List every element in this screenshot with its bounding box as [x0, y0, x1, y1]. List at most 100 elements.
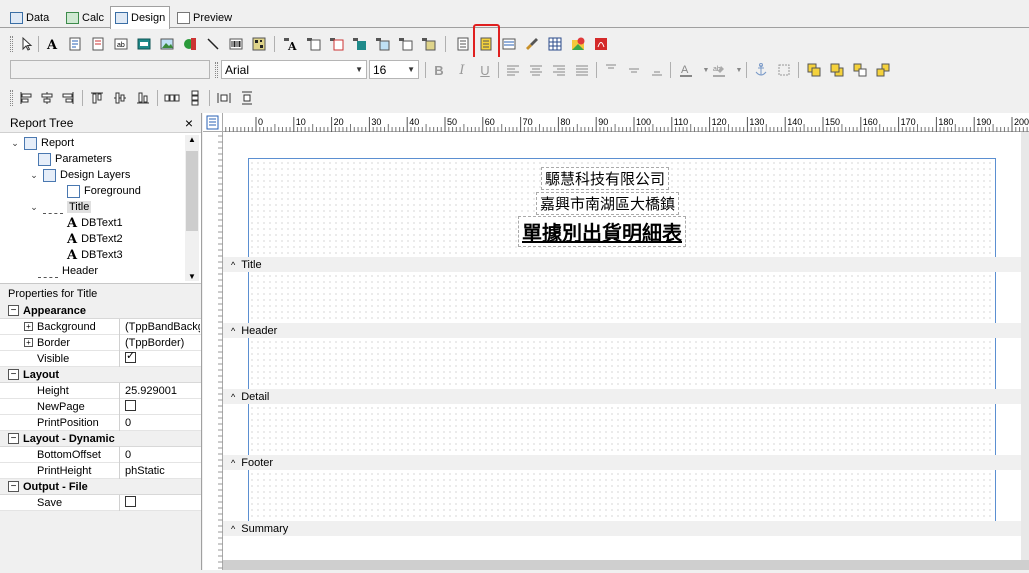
italic-icon[interactable]: I	[453, 61, 471, 79]
tree-node-title[interactable]: ⌄ Title	[29, 199, 92, 215]
pdf-tool-icon[interactable]	[592, 35, 610, 53]
tree-node-dbtext2[interactable]: A DBText2	[67, 231, 123, 247]
band-title[interactable]: ^ Title	[223, 257, 1021, 272]
property-value[interactable]	[120, 399, 200, 414]
bold-icon[interactable]: B	[430, 61, 448, 79]
border-icon[interactable]	[775, 61, 793, 79]
align-lefts-icon[interactable]	[17, 89, 35, 107]
label-tool-icon[interactable]: A	[43, 35, 61, 53]
company-name-text[interactable]: 騵慧科技有限公司	[541, 167, 670, 190]
property-row[interactable]: BottomOffset 0	[0, 446, 201, 463]
tree-node-header[interactable]: Header	[38, 263, 98, 279]
property-value[interactable]: phStatic	[120, 465, 200, 477]
band-detail[interactable]: ^ Detail	[223, 389, 1021, 404]
property-value[interactable]: 25.929001	[120, 385, 200, 397]
property-category[interactable]: − Appearance	[0, 303, 201, 319]
align-center-icon[interactable]	[527, 61, 545, 79]
collapse-icon[interactable]: −	[8, 433, 19, 444]
property-row[interactable]: PrintPosition 0	[0, 414, 201, 431]
align-centers-icon[interactable]	[38, 89, 56, 107]
close-icon[interactable]: ×	[185, 115, 193, 131]
component-combo[interactable]	[10, 60, 210, 79]
region-tool-icon[interactable]	[454, 35, 472, 53]
chevron-down-icon[interactable]: ⌄	[10, 138, 20, 149]
property-row[interactable]: Visible	[0, 350, 201, 367]
align-bottoms-icon[interactable]	[134, 89, 152, 107]
align-middles-icon[interactable]	[111, 89, 129, 107]
tree-node-foreground[interactable]: Foreground	[67, 183, 141, 199]
tab-preview[interactable]: Preview	[173, 7, 236, 28]
2dbarcode-tool-icon[interactable]	[250, 35, 268, 53]
toolbar-grip[interactable]	[10, 36, 13, 52]
valign-top-icon[interactable]	[602, 61, 620, 79]
property-row[interactable]: + Border (TppBorder)	[0, 334, 201, 351]
tree-node-design-layers[interactable]: ⌄ Design Layers	[29, 167, 130, 183]
detail-band-area[interactable]	[249, 339, 995, 389]
property-value[interactable]: 0	[120, 417, 200, 429]
property-checkbox[interactable]	[125, 351, 136, 363]
valign-bottom-icon[interactable]	[648, 61, 666, 79]
tab-design[interactable]: Design	[110, 6, 171, 29]
property-row[interactable]: Save	[0, 494, 201, 511]
underline-icon[interactable]: U	[476, 61, 494, 79]
center-vertically-icon[interactable]	[238, 89, 256, 107]
image-tool-icon[interactable]	[158, 35, 176, 53]
caret-up-icon[interactable]: ^	[231, 392, 235, 402]
space-vertically-icon[interactable]	[186, 89, 204, 107]
systemvariable-tool-icon[interactable]: ab	[112, 35, 130, 53]
align-tops-icon[interactable]	[88, 89, 106, 107]
valign-middle-icon[interactable]	[625, 61, 643, 79]
send-to-back-icon[interactable]	[828, 61, 846, 79]
table-tool-icon[interactable]	[546, 35, 564, 53]
scroll-down-icon[interactable]: ▼	[185, 272, 199, 281]
dbimage-tool-icon[interactable]	[374, 35, 392, 53]
font-size-select[interactable]: 16 ▼	[369, 60, 419, 79]
property-row[interactable]: Height 25.929001	[0, 382, 201, 399]
band-summary[interactable]: ^ Summary	[223, 521, 1021, 536]
property-checkbox[interactable]	[125, 495, 136, 507]
tab-calc[interactable]: Calc	[62, 7, 108, 28]
align-rights-icon[interactable]	[59, 89, 77, 107]
dbcheckbox-tool-icon[interactable]	[397, 35, 415, 53]
expand-icon[interactable]: +	[24, 337, 33, 347]
caret-up-icon[interactable]: ^	[231, 524, 235, 534]
caret-up-icon[interactable]: ^	[231, 458, 235, 468]
property-value[interactable]: (TppBorder)	[120, 337, 200, 349]
scroll-up-icon[interactable]: ▲	[185, 135, 199, 144]
collapse-icon[interactable]: −	[8, 305, 19, 316]
property-value[interactable]	[120, 351, 200, 366]
tree-node-parameters[interactable]: Parameters	[38, 151, 112, 167]
select-arrow-icon[interactable]	[18, 35, 36, 53]
tree-scrollbar[interactable]: ▲ ▼	[185, 135, 199, 281]
property-value[interactable]: (TppBandBackground)	[120, 321, 200, 333]
anchor-icon[interactable]	[752, 61, 770, 79]
bring-to-front-icon[interactable]	[805, 61, 823, 79]
crosstab-tool-icon[interactable]	[500, 35, 518, 53]
property-category[interactable]: − Layout	[0, 367, 201, 383]
tree-node-dbtext3[interactable]: A DBText3	[67, 247, 123, 263]
bring-forward-icon[interactable]	[851, 61, 869, 79]
dbmemo-tool-icon[interactable]	[305, 35, 323, 53]
band-header[interactable]: ^ Header	[223, 323, 1021, 338]
dbtext-tool-icon[interactable]: A	[282, 35, 300, 53]
collapse-icon[interactable]: −	[8, 481, 19, 492]
align-right-icon[interactable]	[550, 61, 568, 79]
caret-up-icon[interactable]: ^	[231, 326, 235, 336]
center-horizontally-icon[interactable]	[215, 89, 233, 107]
scrollbar-thumb[interactable]	[186, 151, 198, 231]
barcode-tool-icon[interactable]	[227, 35, 245, 53]
justify-icon[interactable]	[573, 61, 591, 79]
expand-icon[interactable]: +	[24, 321, 33, 331]
tree-node-report[interactable]: ⌄ Report	[10, 135, 74, 151]
dbrichtext-tool-icon[interactable]	[328, 35, 346, 53]
report-title-text[interactable]: 單據別出貨明細表	[518, 216, 686, 247]
footer-band-area[interactable]	[249, 405, 995, 455]
richtext-tool-icon[interactable]	[89, 35, 107, 53]
dbcalc-tool-icon[interactable]	[351, 35, 369, 53]
dbbarcode-tool-icon[interactable]	[420, 35, 438, 53]
band-footer[interactable]: ^ Footer	[223, 455, 1021, 470]
chevron-down-icon[interactable]: ⌄	[29, 202, 39, 213]
align-left-icon[interactable]	[504, 61, 522, 79]
space-horizontally-icon[interactable]	[163, 89, 181, 107]
collapse-icon[interactable]: −	[8, 369, 19, 380]
